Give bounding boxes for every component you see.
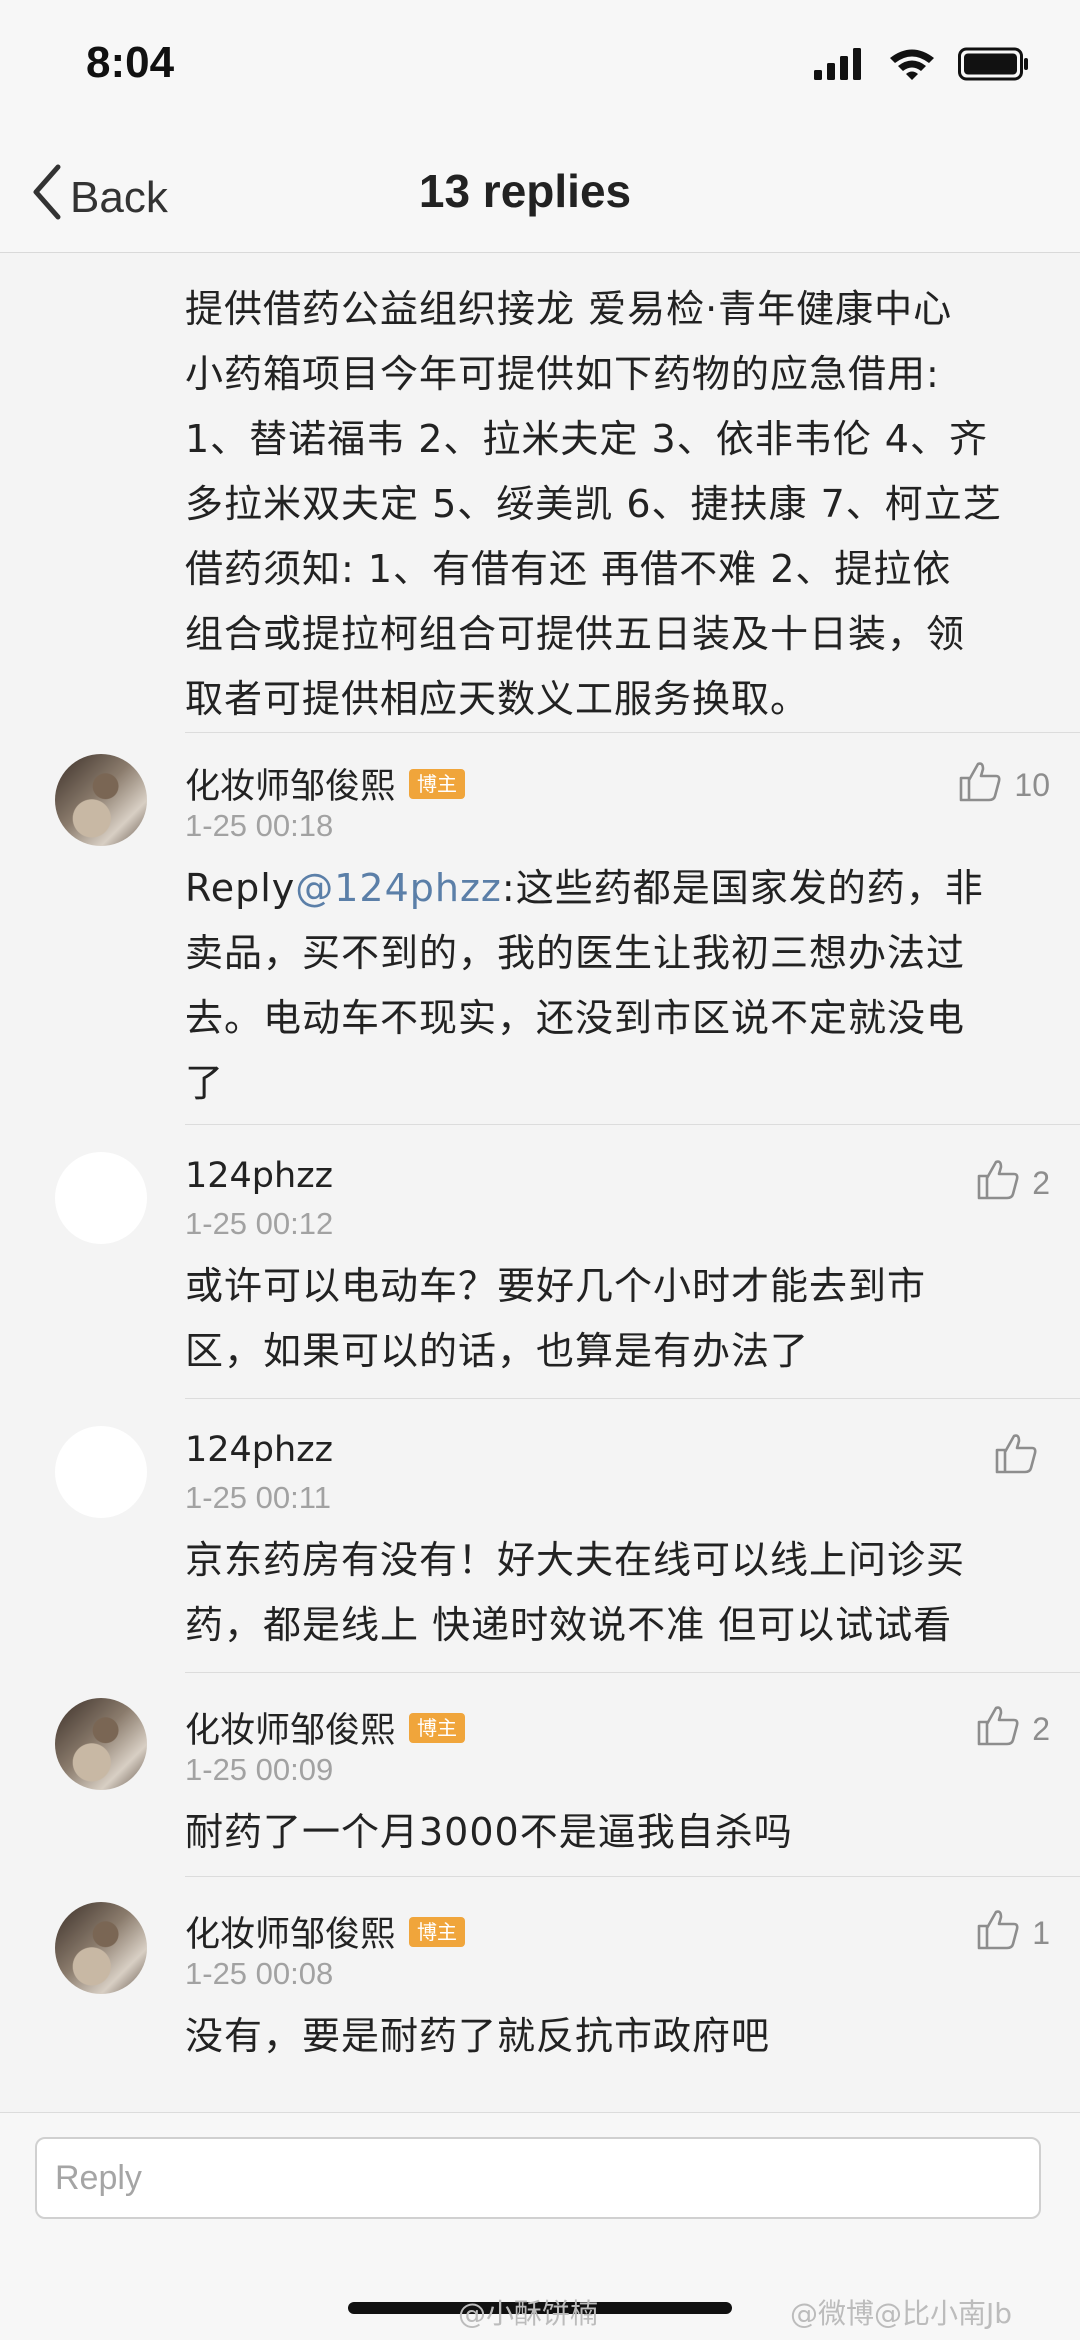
comment-line: 区，如果可以的话，也算是有办法了 (185, 1329, 810, 1373)
reply-input[interactable] (35, 2137, 1041, 2219)
comment-line: 多拉米双夫定 5、绥美凯 6、捷扶康 7、柯立芝 (185, 482, 1002, 526)
mention-link[interactable]: @124phzz (295, 866, 502, 910)
page-title: 13 replies (418, 165, 632, 217)
comment-body: 京东药房有没有！好大夫在线可以线上问诊买 药，都是线上 快递时效说不准 但可以试… (185, 1528, 1035, 1658)
author-name: 124phzz (185, 1430, 333, 1470)
comment-line: 药，都是线上 快递时效说不准 但可以试试看 (185, 1603, 953, 1647)
divider (185, 1398, 1080, 1399)
author-badge: 博主 (409, 768, 466, 799)
like-button[interactable] (994, 1432, 1050, 1482)
comment-line: 卖品，买不到的，我的医生让我初三想办法过 (185, 931, 966, 975)
comment-author[interactable]: 化妆师邹俊熙 博主 (185, 1906, 466, 1957)
comment-line: 小药箱项目今年可提供如下药物的应急借用: (185, 352, 940, 396)
status-icons (814, 46, 1030, 86)
battery-icon (958, 47, 1030, 85)
comment-body: 或许可以电动车？要好几个小时才能去到市 区，如果可以的话，也算是有办法了 (185, 1254, 1035, 1384)
like-count: 10 (1014, 766, 1050, 803)
author-badge: 博主 (409, 1712, 466, 1743)
divider (185, 1124, 1080, 1125)
comment-author[interactable]: 化妆师邹俊熙 博主 (185, 758, 466, 809)
divider (185, 1876, 1080, 1877)
divider (185, 1672, 1080, 1673)
avatar[interactable] (55, 754, 147, 846)
comment-line: 了 (185, 1061, 225, 1105)
top-comment-text: 提供借药公益组织接龙 爱易检·青年健康中心 小药箱项目今年可提供如下药物的应急借… (185, 277, 1025, 732)
thumbs-up-icon (958, 760, 1002, 810)
comment-body: Reply@124phzz:这些药都是国家发的药，非 卖品，买不到的，我的医生让… (185, 856, 1035, 1116)
comment-line: 或许可以电动车？要好几个小时才能去到市 (185, 1264, 927, 1308)
comment-author[interactable]: 124phzz (185, 1430, 333, 1470)
author-name: 化妆师邹俊熙 (185, 1711, 396, 1751)
comment-line: 取者可提供相应天数义工服务换取。 (185, 677, 810, 721)
thumbs-up-icon (976, 1908, 1020, 1958)
avatar[interactable] (55, 1902, 147, 1994)
comment-time: 1-25 00:09 (185, 1752, 334, 1787)
author-name: 化妆师邹俊熙 (185, 767, 396, 807)
avatar[interactable] (55, 1426, 147, 1518)
comment-time: 1-25 00:18 (185, 808, 334, 843)
comment-body: 没有，要是耐药了就反抗市政府吧 (185, 2004, 1035, 2069)
like-button[interactable]: 10 (958, 760, 1050, 810)
like-count: 1 (1032, 1914, 1050, 1951)
comment-line: 1、替诺福韦 2、拉米夫定 3、依非韦伦 4、齐 (185, 417, 988, 461)
comment-line: Reply@124phzz:这些药都是国家发的药，非 (185, 856, 1035, 921)
author-name: 化妆师邹俊熙 (185, 1915, 396, 1955)
like-button[interactable]: 2 (976, 1704, 1050, 1754)
nav-bar: Back 13 replies (0, 130, 1080, 253)
comment-line: 组合或提拉柯组合可提供五日装及十日装，领 (185, 612, 966, 656)
comment-line: 去。电动车不现实，还没到市区说不定就没电 (185, 996, 966, 1040)
wifi-icon (888, 47, 936, 85)
watermark-right: @微博@比小南Jb (790, 2297, 1013, 2330)
author-name: 124phzz (185, 1156, 333, 1196)
comment-line: 提供借药公益组织接龙 爱易检·青年健康中心 (185, 287, 953, 331)
like-count: 2 (1032, 1710, 1050, 1747)
divider (185, 732, 1080, 733)
comment-time: 1-25 00:08 (185, 1956, 334, 1991)
author-badge: 博主 (409, 1916, 466, 1947)
comment-line: 京东药房有没有！好大夫在线可以线上问诊买 (185, 1538, 966, 1582)
comment-line: 耐药了一个月3000不是逼我自杀吗 (185, 1810, 793, 1854)
comment-author[interactable]: 124phzz (185, 1156, 333, 1196)
thumbs-up-icon (976, 1158, 1020, 1208)
comment-author[interactable]: 化妆师邹俊熙 博主 (185, 1702, 466, 1753)
thumbs-up-icon (994, 1432, 1038, 1482)
like-button[interactable]: 1 (976, 1908, 1050, 1958)
avatar[interactable] (55, 1152, 147, 1244)
comment-time: 1-25 00:12 (185, 1206, 334, 1241)
comment-time: 1-25 00:11 (185, 1480, 331, 1515)
comment-line: 没有，要是耐药了就反抗市政府吧 (185, 2014, 771, 2058)
status-bar: 8:04 (0, 0, 1080, 130)
status-time: 8:04 (86, 38, 175, 87)
like-button[interactable]: 2 (976, 1158, 1050, 1208)
avatar[interactable] (55, 1698, 147, 1790)
thumbs-up-icon (976, 1704, 1020, 1754)
watermark-left: @小酥饼楠 (458, 2297, 599, 2330)
like-count: 2 (1032, 1164, 1050, 1201)
signal-icon (814, 48, 866, 84)
comment-body: 耐药了一个月3000不是逼我自杀吗 (185, 1800, 1035, 1865)
comment-line: 借药须知: 1、有借有还 再借不难 2、提拉依 (185, 547, 952, 591)
reply-text: :这些药都是国家发的药，非 (501, 866, 984, 910)
reply-prefix: Reply (185, 866, 296, 910)
